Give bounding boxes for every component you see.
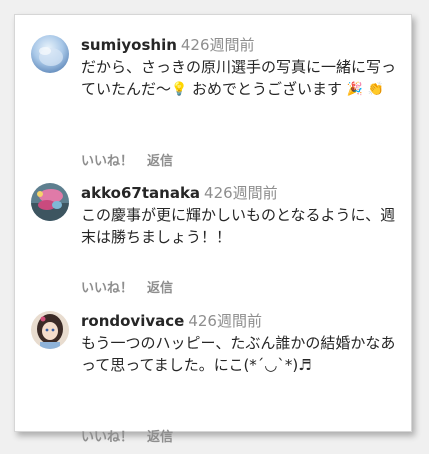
comment-actions: いいね！ 返信: [81, 150, 173, 169]
lightbulb-icon: 💡: [171, 82, 188, 97]
like-button[interactable]: いいね！: [81, 430, 133, 445]
reply-button[interactable]: 返信: [147, 281, 173, 296]
timestamp[interactable]: 426週間前: [188, 312, 262, 330]
avatar[interactable]: [31, 183, 69, 221]
avatar[interactable]: [31, 35, 69, 73]
party-popper-icon: 🎉: [346, 82, 363, 97]
clapping-hands-icon: 👏: [367, 82, 384, 97]
reply-button[interactable]: 返信: [147, 154, 173, 169]
timestamp[interactable]: 426週間前: [204, 184, 278, 202]
username[interactable]: sumiyoshin: [81, 36, 177, 54]
like-button[interactable]: いいね！: [81, 154, 133, 169]
comment-text: もう一つのハッピー、たぶん誰かの結婚かなあって思ってました。にこ(*ˊ◡ˋ*)♬: [81, 334, 396, 374]
like-button[interactable]: いいね！: [81, 281, 133, 296]
comment-text: この慶事が更に輝かしいものとなるように、週末は勝ちましょう！！: [81, 206, 396, 246]
comment-text: だから、さっきの原川選手の写真に一緒に写っていたんだ〜💡 おめでとうございます …: [81, 58, 397, 98]
avatar[interactable]: [31, 311, 69, 349]
username[interactable]: akko67tanaka: [81, 184, 200, 202]
comment-actions: いいね！ 返信: [81, 277, 173, 296]
username[interactable]: rondovivace: [81, 312, 184, 330]
comment-actions: いいね！ 返信: [81, 426, 173, 445]
timestamp[interactable]: 426週間前: [181, 36, 255, 54]
reply-button[interactable]: 返信: [147, 430, 173, 445]
comments-panel: sumiyoshin 426週間前 だから、さっきの原川選手の写真に一緒に写ってい…: [14, 14, 412, 445]
